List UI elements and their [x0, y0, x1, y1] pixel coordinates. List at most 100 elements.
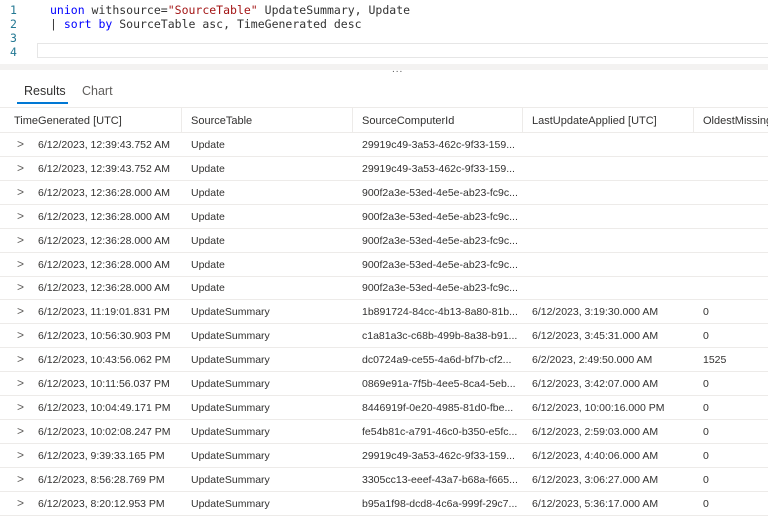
cell-oldest-missing: 0 [703, 401, 709, 414]
cell-source-computer-id: 29919c49-3a53-462c-9f33-159... [362, 139, 515, 151]
cell-source-table: Update [191, 234, 225, 247]
table-row[interactable]: >6/12/2023, 12:36:28.000 AM Update 900f2a3… [0, 253, 768, 277]
cell-oldest-missing: 0 [703, 473, 709, 486]
expand-chevron-icon[interactable]: > [17, 448, 24, 462]
table-row[interactable]: >6/12/2023, 12:36:28.000 AM Update 900f2a3… [0, 181, 768, 205]
cell-time-generated: 6/12/2023, 10:43:56.062 PM [38, 354, 171, 367]
cell-source-table: UpdateSummary [191, 473, 270, 486]
table-row[interactable]: >6/12/2023, 10:56:30.903 PM UpdateSummary… [0, 324, 768, 349]
table-row[interactable]: >6/12/2023, 12:36:28.000 AM Update 900f2a3… [0, 276, 768, 301]
cell-source-computer-id: 29919c49-3a53-462c-9f33-159... [362, 449, 515, 462]
cell-time-generated: 6/12/2023, 10:56:30.903 PM [38, 330, 171, 343]
table-row[interactable]: >6/12/2023, 8:20:12.953 PM UpdateSummary b… [0, 492, 768, 516]
cell-source-computer-id: 900f2a3e-53ed-4e5e-ab23-fc9c... [362, 210, 518, 223]
cell-last-update-applied: 6/12/2023, 3:42:07.000 AM [532, 378, 659, 390]
current-line-highlight [37, 43, 768, 58]
line-number: 4 [10, 45, 17, 59]
tab-chart[interactable]: Chart [82, 84, 113, 98]
expand-chevron-icon[interactable]: > [17, 352, 24, 366]
cell-source-table: UpdateSummary [191, 306, 270, 319]
expand-chevron-icon[interactable]: > [17, 400, 24, 414]
expand-chevron-icon[interactable]: > [17, 209, 24, 223]
cell-time-generated: 6/12/2023, 12:36:28.000 AM [38, 210, 170, 223]
expand-chevron-icon[interactable]: > [17, 328, 24, 342]
table-row[interactable]: >6/12/2023, 12:36:28.000 AM Update 900f2a3… [0, 205, 768, 229]
cell-last-update-applied: 6/12/2023, 3:19:30.000 AM [532, 306, 659, 319]
header-col-oldest-missing[interactable]: OldestMissing [703, 115, 768, 127]
expand-chevron-icon[interactable]: > [17, 185, 24, 199]
expand-chevron-icon[interactable]: > [17, 257, 24, 271]
table-row[interactable]: >6/12/2023, 9:39:33.165 PM UpdateSummary 2… [0, 444, 768, 468]
cell-oldest-missing: 0 [703, 449, 709, 462]
cell-time-generated: 6/12/2023, 12:36:28.000 AM [38, 234, 170, 247]
table-row[interactable]: >6/12/2023, 8:56:28.769 PM UpdateSummary 3… [0, 468, 768, 492]
expand-chevron-icon[interactable]: > [17, 424, 24, 438]
splitter-handle-icon[interactable]: ... [392, 64, 403, 75]
table-row[interactable]: >6/12/2023, 10:02:08.247 PM UpdateSummary… [0, 420, 768, 444]
cell-source-table: UpdateSummary [191, 425, 270, 438]
expand-chevron-icon[interactable]: > [17, 233, 24, 247]
cell-oldest-missing: 0 [703, 497, 709, 510]
tab-results[interactable]: Results [24, 84, 66, 98]
cell-last-update-applied: 6/12/2023, 3:06:27.000 AM [532, 473, 659, 486]
cell-source-table: UpdateSummary [191, 378, 270, 390]
expand-chevron-icon[interactable]: > [17, 472, 24, 486]
cell-oldest-missing: 0 [703, 306, 709, 319]
cell-source-computer-id: 3305cc13-eeef-43a7-b68a-f665... [362, 473, 518, 486]
line-number: 1 [10, 3, 17, 17]
query-editor[interactable]: 1 union withsource="SourceTable" UpdateSu… [0, 0, 768, 64]
cell-time-generated: 6/12/2023, 12:36:28.000 AM [38, 282, 170, 295]
cell-oldest-missing: 1525 [703, 354, 727, 367]
cell-source-computer-id: 1b891724-84cc-4b13-8a80-81b... [362, 306, 518, 319]
line-number: 3 [10, 31, 17, 45]
cell-source-computer-id: 0869e91a-7f5b-4ee5-8ca4-5eb... [362, 378, 516, 390]
table-row[interactable]: >6/12/2023, 12:39:43.752 AM Update 29919c4… [0, 157, 768, 181]
cell-time-generated: 6/12/2023, 12:39:43.752 AM [38, 139, 170, 151]
expand-chevron-icon[interactable]: > [17, 137, 24, 151]
cell-source-computer-id: c1a81a3c-c68b-499b-8a38-b91... [362, 330, 518, 343]
cell-source-computer-id: fe54b81c-a791-46c0-b350-e5fc... [362, 425, 518, 438]
header-col-last-update-applied[interactable]: LastUpdateApplied [UTC] [532, 115, 657, 127]
cell-time-generated: 6/12/2023, 8:56:28.769 PM [38, 473, 165, 486]
expand-chevron-icon[interactable]: > [17, 304, 24, 318]
table-row[interactable]: >6/12/2023, 11:19:01.831 PM UpdateSummary… [0, 300, 768, 325]
table-header: TimeGenerated [UTC] SourceTable SourceComp… [0, 107, 768, 133]
column-resize-handle[interactable] [352, 108, 353, 133]
code-text: | sort by SourceTable asc, TimeGenerated… [50, 17, 362, 31]
cell-source-table: Update [191, 258, 225, 271]
pane-splitter[interactable] [0, 64, 768, 70]
header-col-time-generated[interactable]: TimeGenerated [UTC] [14, 115, 122, 127]
cell-source-table: UpdateSummary [191, 330, 270, 343]
column-resize-handle[interactable] [522, 108, 523, 133]
expand-chevron-icon[interactable]: > [17, 376, 24, 390]
expand-chevron-icon[interactable]: > [17, 280, 24, 294]
cell-last-update-applied: 6/12/2023, 5:36:17.000 AM [532, 497, 659, 510]
cell-source-table: UpdateSummary [191, 497, 270, 510]
column-resize-handle[interactable] [693, 108, 694, 133]
code-token: "SourceTable" [167, 3, 258, 17]
cell-source-computer-id: 8446919f-0e20-4985-81d0-fbe... [362, 401, 514, 414]
cell-source-computer-id: 900f2a3e-53ed-4e5e-ab23-fc9c... [362, 234, 518, 247]
expand-chevron-icon[interactable]: > [17, 161, 24, 175]
cell-last-update-applied: 6/2/2023, 2:49:50.000 AM [532, 354, 653, 367]
cell-time-generated: 6/12/2023, 11:19:01.831 PM [38, 306, 170, 319]
expand-chevron-icon[interactable]: > [17, 496, 24, 510]
cell-source-table: UpdateSummary [191, 354, 270, 367]
table-row[interactable]: >6/12/2023, 10:04:49.171 PM UpdateSummary… [0, 396, 768, 420]
table-row[interactable]: >6/12/2023, 12:39:43.752 AM Update 29919c4… [0, 133, 768, 157]
code-token: sort by [63, 17, 113, 31]
cell-source-computer-id: 900f2a3e-53ed-4e5e-ab23-fc9c... [362, 258, 518, 271]
header-col-source-computer-id[interactable]: SourceComputerId [362, 115, 454, 127]
code-token: union [50, 3, 92, 17]
column-resize-handle[interactable] [181, 108, 182, 133]
cell-time-generated: 6/12/2023, 10:04:49.171 PM [38, 401, 171, 414]
table-row[interactable]: >6/12/2023, 12:36:28.000 AM Update 900f2a3… [0, 229, 768, 253]
header-col-source-table[interactable]: SourceTable [191, 115, 252, 127]
cell-source-computer-id: 900f2a3e-53ed-4e5e-ab23-fc9c... [362, 186, 518, 199]
cell-oldest-missing: 0 [703, 425, 709, 438]
code-token: SourceTable asc, TimeGenerated desc [112, 17, 362, 31]
results-tabs: Results Chart [0, 78, 768, 104]
line-number: 2 [10, 17, 17, 31]
table-row[interactable]: >6/12/2023, 10:43:56.062 PM UpdateSummary… [0, 348, 768, 373]
table-row[interactable]: >6/12/2023, 10:11:56.037 PM UpdateSummary… [0, 372, 768, 396]
